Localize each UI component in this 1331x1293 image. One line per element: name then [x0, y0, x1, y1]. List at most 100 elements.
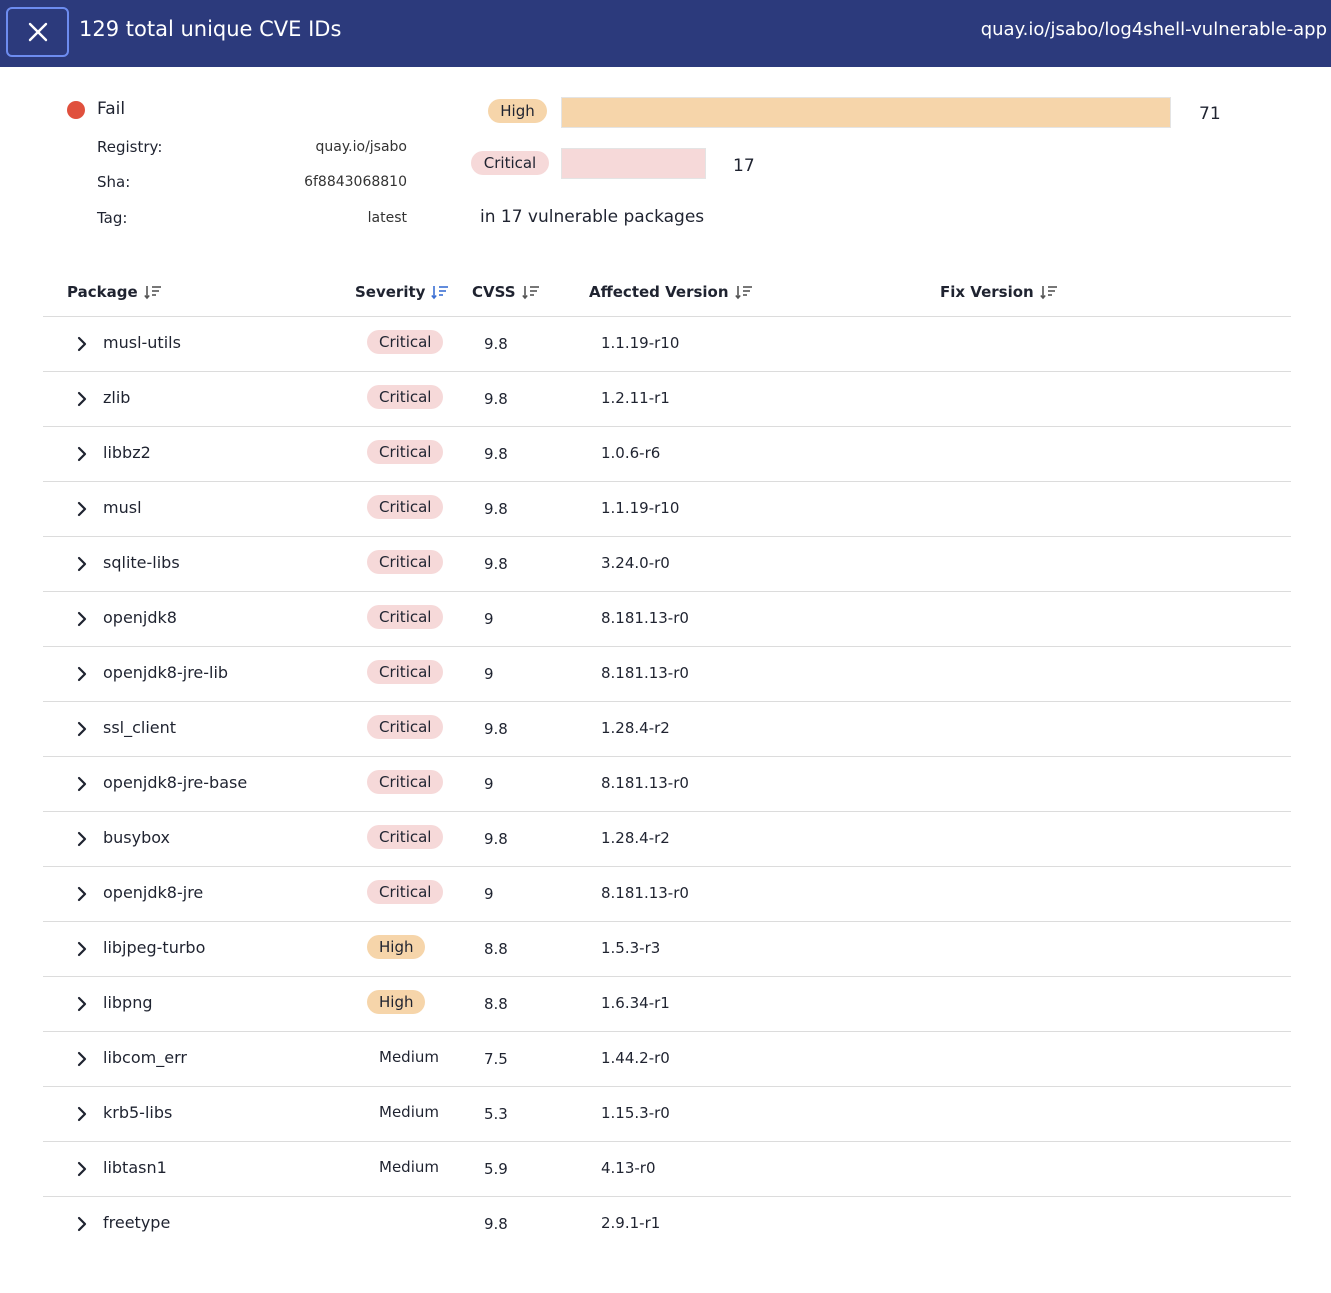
affected-version: 4.13-r0: [601, 1159, 656, 1177]
package-name: openjdk8-jre-lib: [103, 663, 229, 682]
sort-icon[interactable]: [143, 284, 162, 300]
affected-version: 1.44.2-r0: [601, 1049, 670, 1067]
registry-value: quay.io/jsabo: [315, 139, 407, 155]
chevron-right-icon[interactable]: [74, 886, 90, 902]
registry-label: Registry:: [97, 138, 163, 156]
table-row[interactable]: musl-utils Critical 9.8 1.1.19-r10: [43, 317, 1291, 372]
cvss-score: 8.8: [484, 940, 508, 958]
table-row[interactable]: musl Critical 9.8 1.1.19-r10: [43, 482, 1291, 537]
column-header-package-label: Package: [67, 283, 138, 301]
chevron-right-icon[interactable]: [74, 336, 90, 352]
chevron-right-icon[interactable]: [74, 721, 90, 737]
chevron-right-icon[interactable]: [74, 831, 90, 847]
affected-version: 2.9.1-r1: [601, 1214, 661, 1232]
chevron-right-icon[interactable]: [74, 1161, 90, 1177]
table-row[interactable]: libcom_err Medium 7.5 1.44.2-r0: [43, 1032, 1291, 1087]
table-row[interactable]: openjdk8 Critical 9 8.181.13-r0: [43, 592, 1291, 647]
cvss-score: 9: [484, 885, 494, 903]
table-row[interactable]: openjdk8-jre-lib Critical 9 8.181.13-r0: [43, 647, 1291, 702]
severity-badge: Medium: [379, 1158, 439, 1176]
sort-icon[interactable]: [1039, 284, 1058, 300]
severity-badge: Medium: [379, 1103, 439, 1121]
column-header-severity[interactable]: Severity: [355, 283, 449, 301]
table-row[interactable]: sqlite-libs Critical 9.8 3.24.0-r0: [43, 537, 1291, 592]
table-row[interactable]: freetype 9.8 2.9.1-r1: [43, 1197, 1291, 1252]
chevron-right-icon[interactable]: [74, 1216, 90, 1232]
chevron-right-icon[interactable]: [74, 446, 90, 462]
affected-version: 1.6.34-r1: [601, 994, 670, 1012]
table-row[interactable]: openjdk8-jre-base Critical 9 8.181.13-r0: [43, 757, 1291, 812]
affected-version: 3.24.0-r0: [601, 554, 670, 572]
severity-badge: Critical: [367, 880, 444, 904]
column-header-affected-version-label: Affected Version: [589, 283, 729, 301]
cvss-score: 5.9: [484, 1160, 508, 1178]
cvss-score: 9.8: [484, 445, 508, 463]
severity-badge: Critical: [367, 440, 444, 464]
affected-version: 1.28.4-r2: [601, 829, 670, 847]
close-button[interactable]: [6, 7, 69, 57]
package-name: libjpeg-turbo: [103, 938, 206, 957]
package-name: zlib: [103, 388, 131, 407]
chevron-right-icon[interactable]: [74, 1106, 90, 1122]
column-header-package[interactable]: Package: [67, 283, 162, 301]
table-row[interactable]: libbz2 Critical 9.8 1.0.6-r6: [43, 427, 1291, 482]
package-name: musl-utils: [103, 333, 181, 352]
sort-icon[interactable]: [521, 284, 540, 300]
chevron-right-icon[interactable]: [74, 776, 90, 792]
column-header-severity-label: Severity: [355, 283, 426, 301]
package-name: libtasn1: [103, 1158, 167, 1177]
cvss-score: 9.8: [484, 390, 508, 408]
table-row[interactable]: openjdk8-jre Critical 9 8.181.13-r0: [43, 867, 1291, 922]
table-row[interactable]: libjpeg-turbo High 8.8 1.5.3-r3: [43, 922, 1291, 977]
sha-label: Sha:: [97, 173, 131, 191]
chevron-right-icon[interactable]: [74, 611, 90, 627]
chevron-right-icon[interactable]: [74, 556, 90, 572]
column-header-fix-version-label: Fix Version: [940, 283, 1034, 301]
dialog-header: 129 total unique CVE IDs quay.io/jsabo/l…: [0, 0, 1331, 67]
table-row[interactable]: ssl_client Critical 9.8 1.28.4-r2: [43, 702, 1291, 757]
cvss-score: 9: [484, 665, 494, 683]
package-name: busybox: [103, 828, 171, 847]
dialog-title: 129 total unique CVE IDs: [79, 17, 342, 41]
severity-badge: Critical: [367, 495, 444, 519]
package-name: krb5-libs: [103, 1103, 173, 1122]
chevron-right-icon[interactable]: [74, 941, 90, 957]
package-name: openjdk8-jre-base: [103, 773, 248, 792]
chevron-right-icon[interactable]: [74, 391, 90, 407]
chevron-right-icon[interactable]: [74, 1051, 90, 1067]
affected-version: 1.15.3-r0: [601, 1104, 670, 1122]
table-row[interactable]: busybox Critical 9.8 1.28.4-r2: [43, 812, 1291, 867]
chevron-right-icon[interactable]: [74, 666, 90, 682]
column-header-cvss-label: CVSS: [472, 283, 516, 301]
column-header-affected-version[interactable]: Affected Version: [589, 283, 753, 301]
package-name: libbz2: [103, 443, 151, 462]
severity-badge: Critical: [367, 660, 444, 684]
package-name: openjdk8: [103, 608, 177, 627]
severity-badge: Critical: [367, 550, 444, 574]
severity-badge: Critical: [367, 330, 444, 354]
high-severity-count: 71: [1199, 104, 1221, 124]
table-row[interactable]: libpng High 8.8 1.6.34-r1: [43, 977, 1291, 1032]
table-row[interactable]: krb5-libs Medium 5.3 1.15.3-r0: [43, 1087, 1291, 1142]
critical-severity-bar: [561, 148, 706, 179]
chevron-right-icon[interactable]: [74, 996, 90, 1012]
package-name: musl: [103, 498, 142, 517]
tag-label: Tag:: [97, 209, 128, 227]
sort-icon[interactable]: [734, 284, 753, 300]
sort-active-icon[interactable]: [431, 284, 449, 300]
severity-badge: Medium: [379, 1048, 439, 1066]
image-name: quay.io/jsabo/log4shell-vulnerable-app: [980, 19, 1327, 40]
cvss-score: 7.5: [484, 1050, 508, 1068]
table-row[interactable]: libtasn1 Medium 5.9 4.13-r0: [43, 1142, 1291, 1197]
package-name: sqlite-libs: [103, 553, 180, 572]
affected-version: 1.2.11-r1: [601, 389, 670, 407]
package-name: libpng: [103, 993, 153, 1012]
package-name: libcom_err: [103, 1048, 187, 1067]
chevron-right-icon[interactable]: [74, 501, 90, 517]
table-row[interactable]: zlib Critical 9.8 1.2.11-r1: [43, 372, 1291, 427]
affected-version: 8.181.13-r0: [601, 884, 689, 902]
affected-version: 1.0.6-r6: [601, 444, 661, 462]
package-name: freetype: [103, 1213, 171, 1232]
column-header-cvss[interactable]: CVSS: [472, 283, 540, 301]
column-header-fix-version[interactable]: Fix Version: [940, 283, 1058, 301]
